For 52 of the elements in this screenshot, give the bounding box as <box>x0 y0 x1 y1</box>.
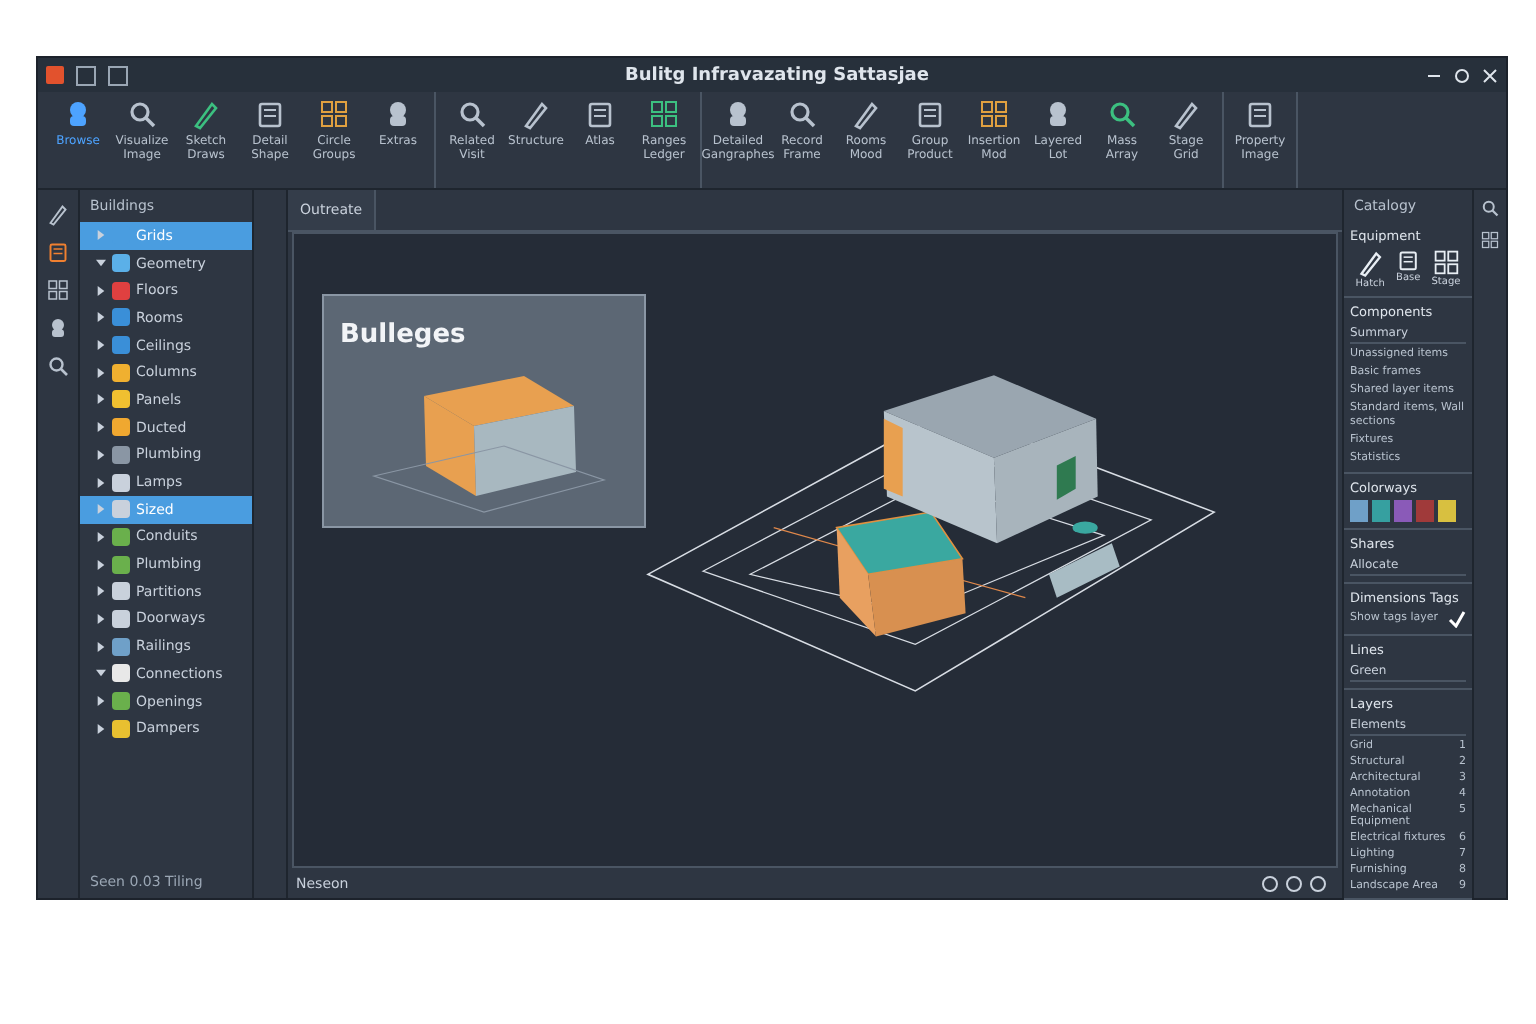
grid-icon <box>318 98 350 130</box>
document-icon <box>1396 248 1421 273</box>
caret-right-icon[interactable] <box>96 367 106 378</box>
pencil-icon <box>190 98 222 130</box>
pencil-icon <box>1355 248 1385 278</box>
search-icon <box>46 354 70 378</box>
search-icon <box>126 98 158 130</box>
viewport-canvas[interactable]: Bulleges <box>292 232 1338 868</box>
caret-right-icon[interactable] <box>96 559 106 570</box>
caret-down-icon[interactable] <box>96 258 106 269</box>
caret-right-icon[interactable] <box>96 641 106 652</box>
caret-right-icon[interactable] <box>96 422 106 433</box>
orbit-icon[interactable] <box>1262 875 1278 891</box>
caret-right-icon[interactable] <box>96 312 106 323</box>
caret-right-icon[interactable] <box>96 696 106 707</box>
zoom-icon[interactable] <box>1310 875 1326 891</box>
app-logo-icon <box>46 66 64 84</box>
grid-icon <box>1480 230 1500 250</box>
pencil-icon <box>520 98 552 130</box>
caret-down-icon[interactable] <box>96 668 106 679</box>
maximize-icon[interactable] <box>1454 67 1470 83</box>
caret-right-icon[interactable] <box>96 394 106 405</box>
check-icon[interactable] <box>1448 609 1466 628</box>
pencil-icon <box>1170 98 1202 130</box>
caret-right-icon[interactable] <box>96 586 106 597</box>
search-icon <box>786 98 818 130</box>
search-icon <box>1480 198 1500 218</box>
document-icon <box>46 240 70 264</box>
document-icon <box>584 98 616 130</box>
document-icon <box>1244 98 1276 130</box>
caret-right-icon[interactable] <box>96 723 106 734</box>
person-icon <box>46 316 70 340</box>
grid-icon <box>978 98 1010 130</box>
document-icon <box>254 98 286 130</box>
search-icon <box>1106 98 1138 130</box>
grid-icon <box>648 98 680 130</box>
document-icon <box>914 98 946 130</box>
caret-right-icon[interactable] <box>96 613 106 624</box>
grid-icon <box>46 278 70 302</box>
pencil-icon <box>46 202 70 226</box>
caret-right-icon[interactable] <box>96 340 106 351</box>
pencil-icon <box>850 98 882 130</box>
window-title: Bulitg Infravazating Sattasjae <box>623 65 931 85</box>
search-icon <box>456 98 488 130</box>
caret-right-icon[interactable] <box>96 449 106 460</box>
close-icon[interactable] <box>1482 67 1498 83</box>
preview-title: Bulleges <box>340 320 466 350</box>
caret-right-icon[interactable] <box>96 285 106 296</box>
caret-right-icon[interactable] <box>96 531 106 542</box>
caret-right-icon[interactable] <box>96 477 106 488</box>
grid-icon <box>1431 248 1461 277</box>
pan-icon[interactable] <box>1286 875 1302 891</box>
